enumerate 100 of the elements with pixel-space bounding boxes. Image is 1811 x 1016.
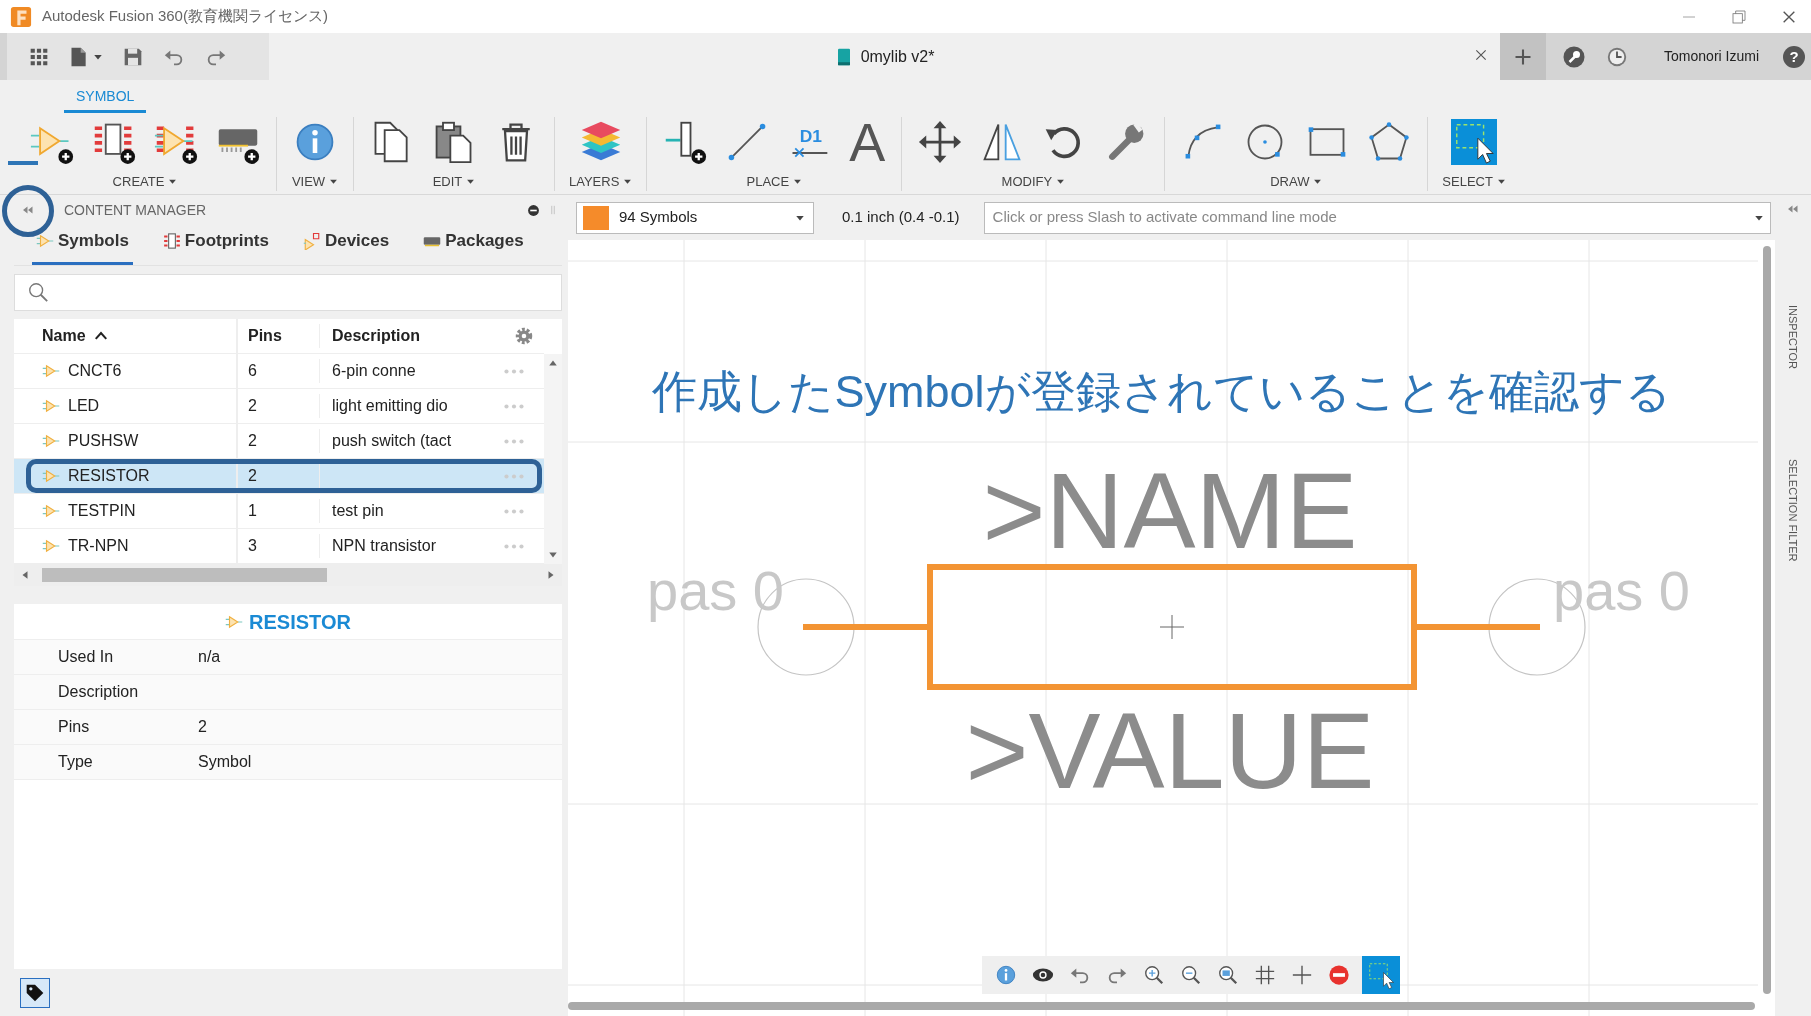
group-menu-button[interactable]: EDIT [432,171,476,191]
crosshair-icon [1291,964,1313,986]
scrollbar-thumb[interactable] [42,568,327,583]
close-button[interactable] [1474,48,1489,62]
panel-tab[interactable]: Footprints [158,224,273,265]
more-icon [504,368,524,374]
table-cell: light emitting dio [332,397,448,415]
clock-icon [1606,45,1629,68]
close-icon [1474,48,1489,62]
grid-size-readout: 0.1 inch (0.4 -0.1) [842,207,960,228]
window-title: Autodesk Fusion 360(教育機関ライセンス) [42,6,328,27]
property-label: Type [58,752,94,773]
collapse-button[interactable] [22,204,34,217]
table-cell: 2 [248,397,257,415]
minus-circle-button[interactable] [527,203,540,217]
more-icon [504,543,524,549]
zoom-fit-icon [1217,964,1239,986]
side-panel-tab[interactable]: SELECTION FILTER [1784,459,1802,562]
property-value: 2 [198,717,208,738]
restore-button[interactable] [1731,8,1747,25]
text-tool-button[interactable]: A [847,118,888,167]
apps-grid-icon [29,46,49,67]
tag-button[interactable] [20,977,50,1008]
group-menu-button[interactable]: DRAW [1270,171,1323,191]
more-icon [504,403,524,409]
table-row[interactable]: LED 2 light emitting dio [14,389,544,425]
table-cell: 2 [248,467,257,485]
panel-tab[interactable]: Packages [419,224,528,265]
search-icon [27,281,49,304]
command-line-field[interactable]: Click or press Slash to activate command line mode [984,205,1754,230]
table-cell-text: LED [68,396,100,417]
table-cell: push switch (tact [332,432,452,450]
column-header[interactable]: Pins [238,324,320,349]
group-menu-button[interactable]: VIEW [291,171,339,191]
minus-circle-icon [527,203,540,217]
group-menu-button[interactable]: LAYERS [569,171,633,191]
document-tab[interactable]: 0mylib v2* [269,33,1501,80]
table-cell: 1 [248,502,257,520]
property-label: Used In [58,647,115,668]
select-icon [1366,960,1396,990]
footprint-icon [162,232,181,250]
property-value: Symbol [198,752,253,773]
collapse-button[interactable] [1787,203,1799,215]
property-label: Description [58,682,140,703]
file-icon [69,45,89,68]
new-tab-button[interactable] [1500,33,1547,80]
group-menu-button[interactable]: MODIFY [1001,171,1066,191]
origin-crosshair [1159,614,1185,640]
tag-icon [25,982,45,1003]
symbol-icon [36,232,54,250]
more-icon [504,508,524,514]
details-title: RESISTOR [249,609,351,635]
column-header[interactable]: Description [320,324,504,349]
scrollbar-thumb[interactable] [568,1002,1755,1010]
column-header[interactable]: Name [14,319,238,354]
name-placeholder-label: >NAME [982,450,1358,571]
restore-icon [1731,8,1747,25]
scroll-right-icon [546,570,556,581]
property-label: Pins [58,717,91,738]
side-panel-tab[interactable]: INSPECTOR [1784,305,1802,369]
user-name[interactable]: Tomonori Izumi [1664,46,1759,67]
table-cell-text: CNCT6 [68,361,122,382]
clock-button[interactable] [1606,45,1629,68]
group-menu-button[interactable]: SELECT [1442,171,1506,191]
select-tool[interactable] [1450,118,1499,167]
table-row[interactable]: RESISTOR 2 [14,459,544,495]
panel-tab[interactable]: Devices [298,224,394,265]
property-value: n/a [198,647,222,668]
collapse-icon [22,204,34,217]
table-cell: 3 [248,537,257,555]
panel-tab[interactable]: Symbols [32,224,133,265]
help-button[interactable]: ? [1783,45,1805,68]
save-button[interactable] [123,46,143,67]
table-cell: NPN transistor [332,537,437,555]
more-icon [504,473,524,479]
table-row[interactable]: PUSHSW 2 push switch (tact [14,424,544,460]
group-menu-button[interactable]: PLACE [746,171,803,191]
scrollbar-thumb[interactable] [1763,246,1771,994]
zoom-out-icon [1180,964,1202,986]
file-menu-button[interactable] [69,45,103,68]
layer-dropdown[interactable]: 94 Symbols [576,201,814,234]
search-field[interactable] [14,273,562,312]
select-button[interactable] [1362,956,1400,994]
group-menu-button[interactable]: CREATE [112,171,178,191]
table-cell-text: PUSHSW [68,431,139,452]
table-row[interactable]: CNCT6 6 6-pin conne [14,354,544,390]
wrench-badge-button[interactable] [1562,44,1587,69]
info-icon [995,964,1017,986]
app-logo-icon [10,5,32,28]
table-cell: 6 [248,362,257,380]
annotation-text: 作成したSymbolが登録されていることを確認する [651,365,1672,419]
scroll-up-icon [548,358,558,369]
device-icon [302,232,321,250]
apps-grid-button[interactable] [29,46,49,67]
table-cell-text: RESISTOR [68,466,150,487]
table-row[interactable]: TESTPIN 1 test pin [14,494,544,530]
wrench-badge-icon [1562,44,1587,69]
stop-icon [1328,964,1350,986]
scroll-left-icon [20,570,30,581]
table-cell: 2 [248,432,257,450]
